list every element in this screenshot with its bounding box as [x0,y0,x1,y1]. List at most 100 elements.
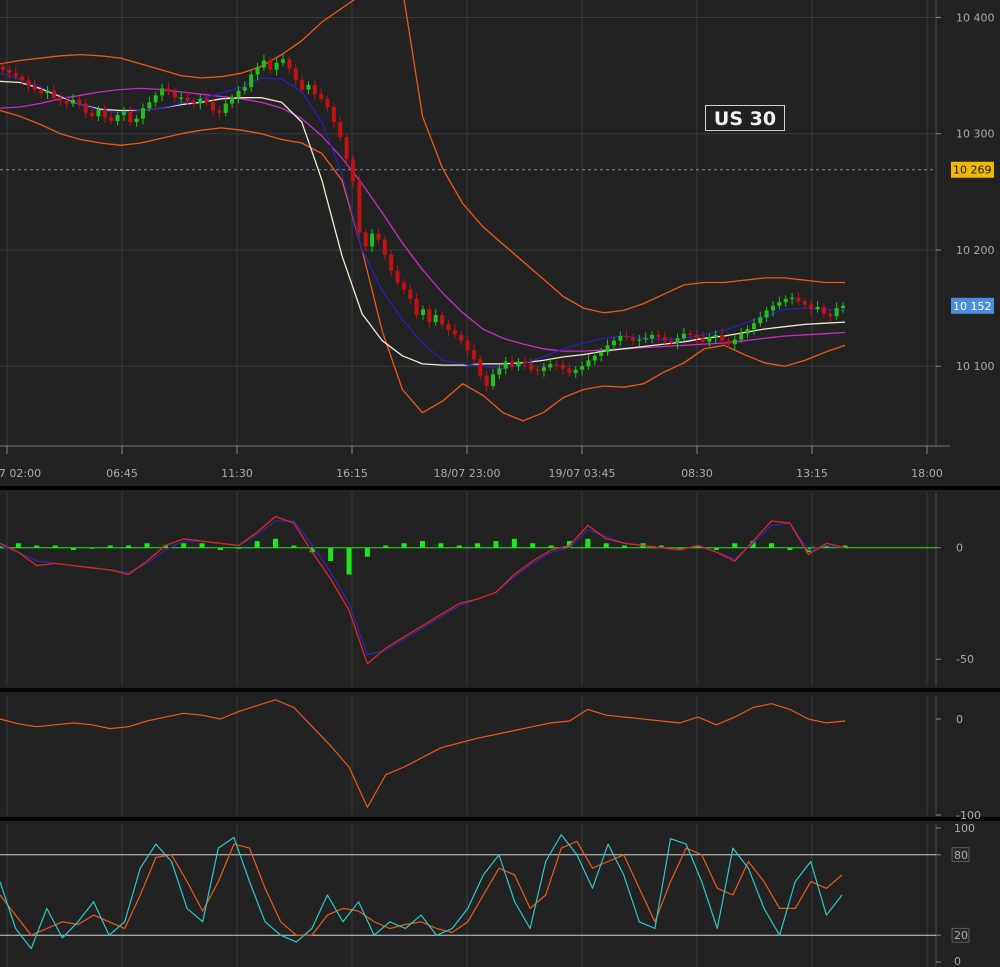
time-tick-label-2: 11:30 [221,467,253,480]
time-tick-label-6: 08:30 [681,467,713,480]
candle-95-body [605,345,610,353]
price-tick-label-3: 10 400 [956,11,995,24]
macd-histogram-bar-6 [107,545,113,548]
macd-histogram-bar-7 [126,545,132,548]
candle-14-body [90,112,95,117]
candle-82-body [522,361,527,364]
candle-53-body [338,122,343,138]
candle-121-body [771,305,775,311]
candle-61-body [389,254,394,271]
macd-histogram-bar-23 [420,541,425,548]
candle-120-body [764,310,769,318]
macd-histogram-bar-29 [530,543,536,548]
candle-88-body [561,365,565,369]
candle-74-body [471,349,476,360]
macd-histogram-bar-14 [254,541,260,548]
candle-16-body [102,109,107,118]
macd-tick-label-1: -50 [956,653,974,666]
macd-histogram-bar-11 [199,543,205,548]
macd-histogram-bar-3 [52,545,58,548]
candle-0-body [1,66,5,70]
time-tick-label-8: 18:00 [911,467,943,480]
candle-22-body [141,108,145,119]
candle-49-body [312,84,317,95]
candle-77-body [491,374,495,387]
candle-21-body [134,118,139,123]
candle-54-body [344,137,349,160]
candle-20-body [128,111,133,123]
macd-histogram-bar-40 [732,543,738,548]
candle-111-body [707,337,712,342]
candle-39-body [249,74,254,88]
panel-separator-0 [0,486,1000,490]
candle-2-body [13,73,18,77]
candle-125-body [796,297,801,302]
candle-15-body [96,109,101,117]
candle-110-body [701,338,705,342]
candle-31-body [198,98,203,104]
candle-44-body [281,59,285,63]
candle-117-body [745,329,750,334]
chart-canvas[interactable]: 10 100 10 200 10 300 10 400 7 02:00 06:45 11:3… [0,0,1000,967]
candle-13-body [83,103,88,113]
macd-histogram-bar-2 [34,545,40,548]
chart-window: 10 100 10 200 10 300 10 400 7 02:00 06:45 11:3… [0,0,1000,967]
candle-40-body [255,67,260,75]
candle-52-body [331,106,336,123]
candle-103-body [656,334,661,338]
macd-histogram-bar-24 [438,543,444,548]
candle-10-body [64,101,69,104]
candle-35-body [223,103,228,113]
candle-12-body [77,99,82,104]
candle-57-body [363,232,368,247]
time-tick-label-7: 13:15 [796,467,828,480]
candle-55-body [351,159,355,182]
candle-3-body [20,76,25,81]
candle-68-body [433,315,438,323]
candle-71-body [452,330,457,335]
macd-histogram-bar-20 [364,547,370,557]
macd-histogram-bar-39 [713,547,719,550]
candle-109-body [694,334,699,339]
candle-48-body [306,84,311,90]
candle-43-body [274,62,279,70]
candle-115-body [732,339,737,345]
price-tick-label-1: 10 200 [956,244,995,257]
macd-histogram-bar-8 [144,543,150,548]
macd-histogram-bar-32 [585,538,591,548]
candle-75-body [478,359,483,376]
macd-histogram-bar-22 [401,543,407,548]
candle-38-body [242,87,247,91]
candle-107-body [681,333,686,339]
macd-histogram-bar-13 [236,547,242,549]
candle-86-body [548,363,553,368]
candle-122-body [777,302,782,306]
time-tick-label-4: 18/07 23:00 [434,467,501,480]
candle-6-body [39,89,44,94]
macd-histogram-bar-4 [70,547,76,550]
macd-histogram-bar-26 [475,543,481,548]
panel-separator-1 [0,688,1000,692]
last-price-tag-label: 10 152 [953,300,992,313]
candle-126-body [802,301,807,305]
macd-histogram-bar-37 [677,547,683,549]
candle-1-body [7,69,12,74]
candle-34-body [217,110,222,113]
candle-102-body [650,334,655,339]
macd-histogram-bar-16 [291,545,297,548]
candle-124-body [790,297,795,299]
candle-114-body [726,340,731,345]
macd-histogram-bar-28 [511,538,517,548]
time-tick-label-5: 19/07 03:45 [549,467,616,480]
macd-histogram-bar-25 [456,545,462,548]
candle-100-body [637,339,642,341]
panel-0-background [0,0,936,446]
candle-36-body [230,97,235,104]
macd-histogram-bar-5 [89,547,95,549]
candle-85-body [541,367,546,371]
candle-128-body [815,306,820,310]
candle-8-body [51,90,56,98]
candle-42-body [268,60,273,70]
candle-81-body [516,361,521,367]
candle-91-body [580,366,585,370]
